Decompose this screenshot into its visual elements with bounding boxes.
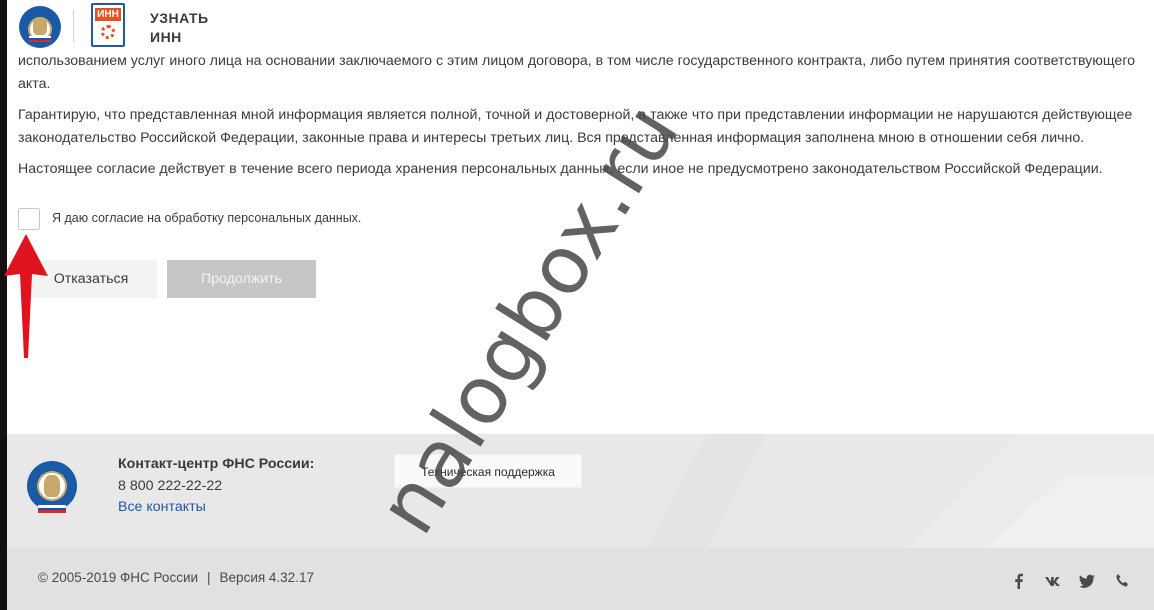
footer-fns-emblem[interactable] [27, 461, 77, 521]
version-text: Версия 4.32.17 [219, 570, 314, 585]
consent-label[interactable]: Я даю согласие на обработку персональных… [52, 211, 361, 225]
consent-paragraph-1: использованием услуг иного лица на основ… [18, 53, 1136, 92]
consent-checkbox[interactable] [18, 208, 40, 230]
consent-text: использованием услуг иного лица на основ… [18, 50, 1148, 189]
footer: Контакт-центр ФНС России: 8 800 222-22-2… [7, 434, 1154, 610]
copyright: © 2005-2019 ФНС России | Версия 4.32.17 [38, 570, 314, 585]
phone-icon[interactable] [1113, 572, 1131, 590]
red-arrow-annotation [4, 234, 48, 358]
twitter-icon[interactable] [1078, 572, 1096, 590]
vk-icon[interactable] [1044, 572, 1062, 590]
contact-center-title: Контакт-центр ФНС России: [118, 456, 315, 472]
header: ИНН УЗНАТЬ ИНН [7, 0, 1154, 52]
copyright-text: © 2005-2019 ФНС России [38, 570, 199, 585]
header-divider [73, 10, 74, 42]
eagle-icon [44, 475, 60, 497]
flag-icon [38, 505, 66, 513]
consent-paragraph-2: Гарантирую, что представленная мной инфо… [18, 107, 1133, 146]
eagle-icon [33, 17, 47, 35]
copyright-separator: | [207, 570, 211, 585]
service-title[interactable]: УЗНАТЬ ИНН [150, 9, 230, 47]
gear-icon [101, 25, 115, 39]
facebook-icon[interactable] [1010, 572, 1028, 590]
contact-phone[interactable]: 8 800 222-22-22 [118, 478, 222, 494]
flag-icon [29, 36, 51, 42]
consent-paragraph-3: Настоящее согласие действует в течение в… [18, 161, 1103, 177]
inn-document-icon[interactable]: ИНН [91, 3, 125, 47]
tech-support-button[interactable]: Техническая поддержка [394, 454, 582, 488]
inn-badge: ИНН [95, 8, 121, 21]
continue-button[interactable]: Продолжить [167, 260, 316, 298]
all-contacts-link[interactable]: Все контакты [118, 499, 206, 515]
fns-emblem-logo[interactable] [19, 6, 61, 48]
footer-bottom-bar: © 2005-2019 ФНС России | Версия 4.32.17 [7, 548, 1154, 610]
